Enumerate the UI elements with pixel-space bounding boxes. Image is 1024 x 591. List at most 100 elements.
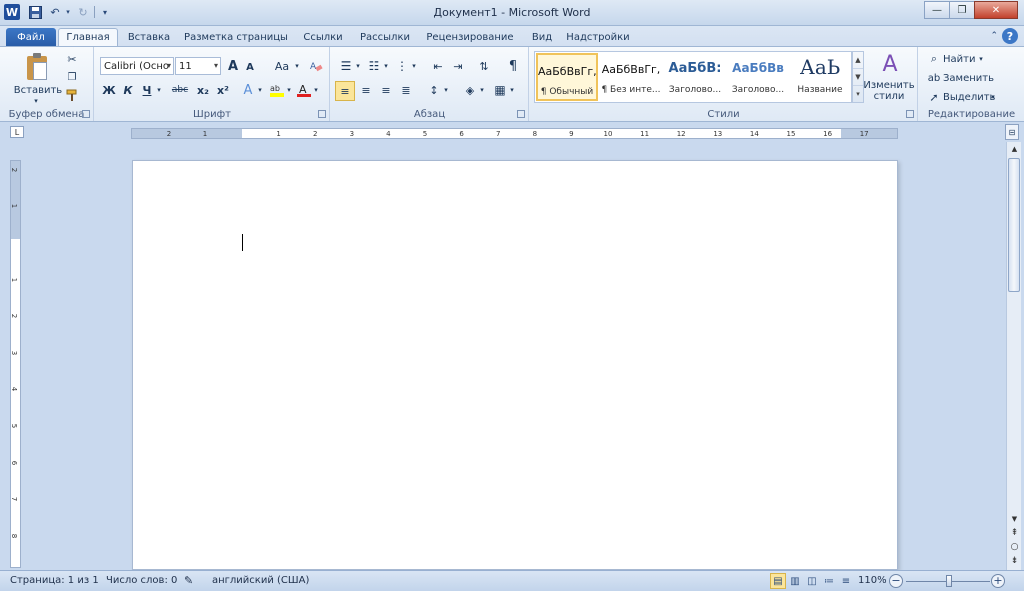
- tab-view[interactable]: Вид: [525, 28, 559, 46]
- paste-button[interactable]: Вставить: [14, 83, 62, 97]
- print-layout-icon[interactable]: ▤: [770, 573, 786, 589]
- proofing-icon[interactable]: ✎: [184, 574, 193, 587]
- chevron-down-icon[interactable]: ▾: [382, 57, 390, 75]
- zoom-out-icon[interactable]: −: [889, 574, 903, 588]
- multilevel-list-icon[interactable]: ⋮: [393, 57, 411, 75]
- zoom-level[interactable]: 110%: [858, 575, 887, 586]
- borders-icon[interactable]: ▦: [491, 81, 509, 99]
- web-layout-icon[interactable]: ◫: [804, 573, 820, 589]
- language[interactable]: английский (США): [212, 575, 309, 586]
- previous-page-icon[interactable]: ⇞: [1007, 526, 1022, 540]
- chevron-down-icon[interactable]: ▾: [293, 57, 301, 75]
- page-count[interactable]: Страница: 1 из 1: [10, 575, 99, 586]
- help-icon[interactable]: ?: [1002, 28, 1018, 44]
- chevron-down-icon[interactable]: ▾: [167, 61, 171, 70]
- select-icon[interactable]: ➚: [927, 89, 941, 105]
- italic-button[interactable]: К: [120, 81, 136, 99]
- minimize-button[interactable]: —: [924, 1, 950, 19]
- shading-icon[interactable]: ◈: [461, 81, 479, 99]
- replace-button[interactable]: Заменить: [943, 70, 1013, 86]
- format-painter-icon[interactable]: [64, 87, 80, 103]
- chevron-down-icon[interactable]: ▾: [977, 51, 985, 67]
- superscript-button[interactable]: x²: [214, 81, 232, 99]
- font-launcher-icon[interactable]: [318, 110, 326, 118]
- vertical-ruler[interactable]: 21123456789: [10, 160, 21, 575]
- scroll-down-icon[interactable]: ▼: [1007, 512, 1022, 526]
- change-case-button[interactable]: Aa: [271, 57, 293, 75]
- scroll-thumb[interactable]: [1008, 158, 1020, 292]
- grow-font-button[interactable]: A: [225, 57, 241, 75]
- close-button[interactable]: ✕: [974, 1, 1018, 19]
- tab-home[interactable]: Главная: [58, 28, 118, 46]
- style-normal[interactable]: АаБбВвГг, ¶ Обычный: [536, 53, 598, 101]
- gallery-up-icon[interactable]: ▲: [853, 52, 863, 69]
- subscript-button[interactable]: x₂: [194, 81, 212, 99]
- bold-button[interactable]: Ж: [101, 81, 117, 99]
- horizontal-ruler[interactable]: 2 1 1 2 3 4 5 6 7 8 9 10 11 12 13 14 15 16 17: [131, 128, 898, 139]
- align-left-icon[interactable]: ≡: [335, 81, 355, 101]
- next-page-icon[interactable]: ⇟: [1007, 554, 1022, 568]
- document-page[interactable]: [132, 160, 898, 570]
- chevron-down-icon[interactable]: ▾: [285, 81, 293, 99]
- tab-file[interactable]: Файл: [6, 28, 56, 46]
- chevron-down-icon[interactable]: ▾: [478, 81, 486, 99]
- styles-gallery-scroll[interactable]: ▲ ▼ ▾: [852, 51, 864, 103]
- chevron-down-icon[interactable]: ▾: [155, 81, 163, 99]
- tab-insert[interactable]: Вставка: [122, 28, 176, 46]
- chevron-down-icon[interactable]: ▾: [256, 81, 264, 99]
- font-size-combo[interactable]: 11 ▾: [175, 57, 221, 75]
- font-color-icon[interactable]: A: [295, 81, 313, 99]
- change-styles-button[interactable]: Изменить стили: [863, 79, 914, 103]
- tab-addins[interactable]: Надстройки: [560, 28, 636, 46]
- outline-icon[interactable]: ≔: [821, 573, 837, 589]
- line-spacing-icon[interactable]: ↕: [425, 81, 443, 99]
- browse-object-icon[interactable]: ○: [1007, 540, 1022, 554]
- chevron-down-icon[interactable]: ▾: [989, 89, 997, 105]
- cut-icon[interactable]: ✂: [64, 51, 80, 67]
- chevron-down-icon[interactable]: ▾: [214, 61, 218, 70]
- align-right-icon[interactable]: ≡: [377, 81, 395, 99]
- gallery-down-icon[interactable]: ▼: [853, 69, 863, 86]
- chevron-down-icon[interactable]: ▾: [442, 81, 450, 99]
- gallery-more-icon[interactable]: ▾: [853, 86, 863, 103]
- chevron-down-icon[interactable]: ▾: [312, 81, 320, 99]
- show-formatting-button[interactable]: ¶: [504, 57, 522, 75]
- view-ruler-icon[interactable]: ⊟: [1005, 124, 1019, 140]
- decrease-indent-icon[interactable]: ⇤: [429, 57, 447, 75]
- draft-icon[interactable]: ≡: [838, 573, 854, 589]
- shrink-font-button[interactable]: A: [243, 59, 257, 75]
- zoom-in-icon[interactable]: +: [991, 574, 1005, 588]
- clear-formatting-icon[interactable]: A: [307, 57, 325, 75]
- sort-icon[interactable]: ⇅: [475, 57, 493, 75]
- chevron-down-icon[interactable]: ▾: [508, 81, 516, 99]
- style-heading-2[interactable]: АаБбВв Заголово...: [727, 53, 789, 101]
- chevron-down-icon[interactable]: ▾: [410, 57, 418, 75]
- tab-page-layout[interactable]: Разметка страницы: [183, 28, 289, 46]
- paste-icon[interactable]: [22, 51, 52, 83]
- style-heading-1[interactable]: АаБбВ: Заголово...: [664, 53, 726, 101]
- restore-button[interactable]: ❐: [949, 1, 975, 19]
- paste-dropdown-icon[interactable]: ▾: [31, 97, 41, 105]
- styles-launcher-icon[interactable]: [906, 110, 914, 118]
- text-effects-icon[interactable]: A: [239, 81, 257, 99]
- align-center-icon[interactable]: ≡: [357, 81, 375, 99]
- chevron-down-icon[interactable]: ▾: [354, 57, 362, 75]
- style-no-spacing[interactable]: АаБбВвГг, ¶ Без инте...: [600, 53, 662, 101]
- font-name-combo[interactable]: Calibri (Осно ▾: [100, 57, 174, 75]
- find-button[interactable]: Найти: [943, 51, 993, 67]
- highlight-icon[interactable]: ab: [268, 81, 286, 99]
- justify-icon[interactable]: ≣: [397, 81, 415, 99]
- style-title[interactable]: АаЬ Название: [789, 53, 851, 101]
- word-count[interactable]: Число слов: 0: [106, 575, 177, 586]
- full-screen-reading-icon[interactable]: ▥: [787, 573, 803, 589]
- vertical-scrollbar[interactable]: ▲ ▼ ⇞ ○ ⇟: [1006, 142, 1021, 570]
- minimize-ribbon-icon[interactable]: ⌃: [990, 31, 998, 41]
- tab-mailings[interactable]: Рассылки: [355, 28, 415, 46]
- tab-review[interactable]: Рецензирование: [423, 28, 517, 46]
- replace-icon[interactable]: ab: [927, 70, 941, 86]
- tab-references[interactable]: Ссылки: [296, 28, 350, 46]
- strikethrough-button[interactable]: abc: [169, 81, 191, 99]
- underline-button[interactable]: Ч: [139, 81, 155, 99]
- paragraph-launcher-icon[interactable]: [517, 110, 525, 118]
- tab-selector-icon[interactable]: L: [10, 126, 24, 138]
